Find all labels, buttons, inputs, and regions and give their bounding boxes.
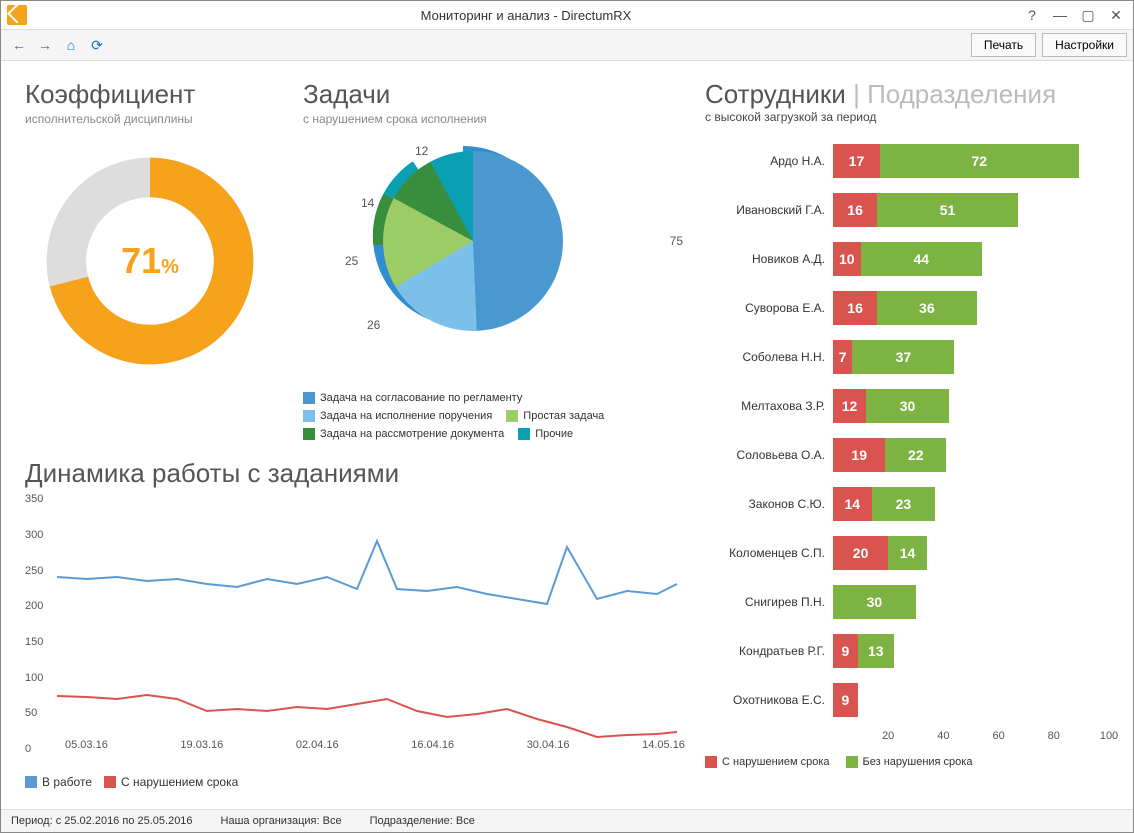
emp-seg-red: 16: [833, 193, 877, 227]
emp-seg-red: 9: [833, 683, 858, 717]
emp-seg-green: 51: [877, 193, 1018, 227]
pie-legend-0: Задача на согласование по регламенту: [320, 392, 522, 404]
emp-row: Охотникова Е.С.9: [705, 681, 1109, 719]
emp-seg-red: 7: [833, 340, 852, 374]
status-dept: Подразделение: Все: [370, 815, 475, 827]
tab-departments[interactable]: Подразделения: [867, 79, 1056, 109]
minimize-icon[interactable]: —: [1047, 5, 1073, 25]
window-title: Мониторинг и анализ - DirectumRX: [33, 8, 1019, 23]
emp-row: Ардо Н.А.1772: [705, 142, 1109, 180]
emp-row: Суворова Е.А.1636: [705, 289, 1109, 327]
emp-seg-red: 12: [833, 389, 866, 423]
coefficient-widget: Коэффициент исполнительской дисциплины 7…: [25, 79, 275, 440]
emp-seg-green: 37: [852, 340, 954, 374]
content-area: Коэффициент исполнительской дисциплины 7…: [1, 61, 1133, 809]
emp-legend-1: Без нарушения срока: [863, 756, 973, 768]
emp-seg-red: 17: [833, 144, 880, 178]
emp-name: Суворова Е.А.: [705, 301, 833, 315]
emp-seg-green: 30: [866, 389, 949, 423]
emp-seg-green: 44: [861, 242, 982, 276]
pie-legend-1: Задача на исполнение поручения: [320, 410, 492, 422]
emp-seg-red: 20: [833, 536, 888, 570]
line-chart: 0 50 100 150 200 250 300 350 05.03: [25, 499, 685, 749]
titlebar: Мониторинг и анализ - DirectumRX ? — ▢ ✕: [1, 1, 1133, 30]
emp-name: Кондратьев Р.Г.: [705, 644, 833, 658]
emp-seg-green: 30: [833, 585, 916, 619]
back-icon[interactable]: ←: [7, 34, 31, 56]
toolbar: ← → ⌂ ⟳ Печать Настройки: [1, 30, 1133, 61]
pie-chart: 75 26 25 14 12: [303, 136, 685, 386]
emp-seg-red: 10: [833, 242, 861, 276]
help-icon[interactable]: ?: [1019, 5, 1045, 25]
emp-name: Соболева Н.Н.: [705, 350, 833, 364]
print-button[interactable]: Печать: [971, 33, 1036, 57]
close-icon[interactable]: ✕: [1103, 5, 1129, 25]
statusbar: Период: с 25.02.2016 по 25.05.2016 Наша …: [1, 809, 1133, 832]
emp-name: Законов С.Ю.: [705, 497, 833, 511]
donut-chart: 71%: [25, 136, 275, 386]
emp-name: Ивановский Г.А.: [705, 203, 833, 217]
emp-name: Коломенцев С.П.: [705, 546, 833, 560]
refresh-icon[interactable]: ⟳: [85, 34, 109, 56]
tasks-title: Задачи: [303, 79, 685, 110]
emp-row: Новиков А.Д.1044: [705, 240, 1109, 278]
emp-seg-green: 22: [885, 438, 946, 472]
emp-name: Ардо Н.А.: [705, 154, 833, 168]
dynamics-widget: Динамика работы с заданиями 0 50 100 150…: [25, 458, 685, 789]
pie-legend-4: Прочие: [535, 428, 573, 440]
coefficient-title: Коэффициент: [25, 79, 275, 110]
emp-seg-red: 16: [833, 291, 877, 325]
maximize-icon[interactable]: ▢: [1075, 5, 1101, 25]
emp-seg-green: 14: [888, 536, 927, 570]
emp-row: Коломенцев С.П.2014: [705, 534, 1109, 572]
tasks-widget: Задачи с нарушением срока исполнения 75: [303, 79, 685, 440]
donut-value: 71: [121, 240, 161, 281]
app-window: Мониторинг и анализ - DirectumRX ? — ▢ ✕…: [0, 0, 1134, 833]
dynamics-title: Динамика работы с заданиями: [25, 458, 685, 489]
line-legend-1: С нарушением срока: [121, 775, 238, 789]
employees-chart: Ардо Н.А.1772Ивановский Г.А.1651Новиков …: [705, 142, 1109, 805]
emp-seg-green: 72: [880, 144, 1079, 178]
emp-name: Новиков А.Д.: [705, 252, 833, 266]
line-legend-0: В работе: [42, 775, 92, 789]
emp-row: Соловьева О.А.1922: [705, 436, 1109, 474]
emp-row: Мелтахова З.Р.1230: [705, 387, 1109, 425]
pie-legend-2: Простая задача: [523, 410, 604, 422]
emp-seg-green: 13: [858, 634, 894, 668]
pie-legend-3: Задача на рассмотрение документа: [320, 428, 504, 440]
emp-name: Соловьева О.А.: [705, 448, 833, 462]
emp-seg-green: 23: [872, 487, 935, 521]
emp-row: Снигирев П.Н.30: [705, 583, 1109, 621]
home-icon[interactable]: ⌂: [59, 34, 83, 56]
emp-seg-red: 9: [833, 634, 858, 668]
emp-name: Снигирев П.Н.: [705, 595, 833, 609]
employees-subtitle: с высокой загрузкой за период: [705, 110, 1109, 124]
emp-name: Мелтахова З.Р.: [705, 399, 833, 413]
tasks-subtitle: с нарушением срока исполнения: [303, 112, 685, 126]
emp-seg-red: 19: [833, 438, 885, 472]
emp-row: Законов С.Ю.1423: [705, 485, 1109, 523]
emp-row: Ивановский Г.А.1651: [705, 191, 1109, 229]
emp-seg-red: 14: [833, 487, 872, 521]
emp-legend-0: С нарушением срока: [722, 756, 830, 768]
coefficient-subtitle: исполнительской дисциплины: [25, 112, 275, 126]
settings-button[interactable]: Настройки: [1042, 33, 1127, 57]
status-period: Период: с 25.02.2016 по 25.05.2016: [11, 815, 193, 827]
emp-seg-green: 36: [877, 291, 976, 325]
donut-pct: %: [161, 256, 179, 278]
emp-row: Кондратьев Р.Г.913: [705, 632, 1109, 670]
emp-name: Охотникова Е.С.: [705, 693, 833, 707]
app-icon: [7, 5, 27, 25]
forward-icon[interactable]: →: [33, 34, 57, 56]
status-org: Наша организация: Все: [221, 815, 342, 827]
tab-employees[interactable]: Сотрудники: [705, 79, 846, 109]
emp-row: Соболева Н.Н.737: [705, 338, 1109, 376]
